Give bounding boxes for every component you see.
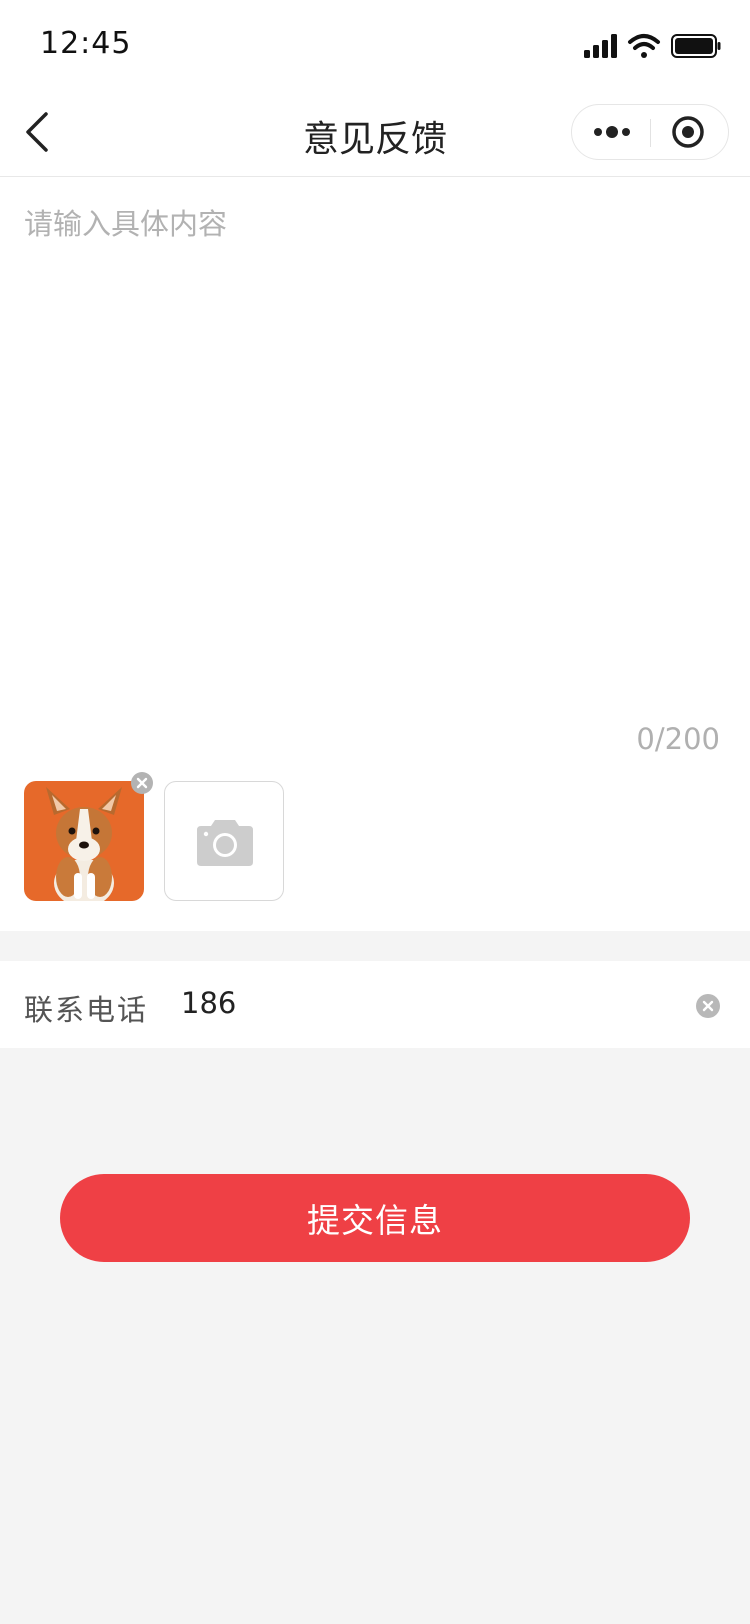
remove-photo-button[interactable]: [130, 771, 154, 795]
clear-phone-button[interactable]: [695, 993, 721, 1019]
feedback-textarea[interactable]: [24, 201, 724, 681]
camera-icon: [197, 820, 253, 866]
chevron-left-icon: [26, 112, 48, 152]
phone-input[interactable]: [181, 981, 661, 1025]
close-miniprogram-button[interactable]: [652, 105, 728, 159]
nav-bar: 意见反馈: [0, 88, 750, 177]
feedback-panel: 0/200: [0, 177, 750, 931]
phone-row: 联系电话: [0, 961, 750, 1048]
status-bar: 12:45: [0, 0, 750, 88]
char-count: 0/200: [636, 722, 720, 756]
status-time: 12:45: [40, 26, 132, 61]
target-circle-icon: [672, 116, 704, 148]
phone-label: 联系电话: [24, 993, 149, 1027]
uploaded-photo[interactable]: [24, 781, 144, 901]
battery-icon: [671, 34, 721, 58]
back-button[interactable]: [14, 106, 66, 158]
status-icons: [584, 34, 721, 58]
more-button[interactable]: [572, 105, 650, 159]
close-icon: [131, 772, 153, 794]
clear-circle-icon: [696, 994, 720, 1018]
submit-button[interactable]: 提交信息: [60, 1174, 690, 1262]
corgi-photo: [24, 781, 144, 901]
add-photo-button[interactable]: [164, 781, 284, 901]
signal-icon: [584, 34, 617, 58]
menu-capsule: [571, 104, 729, 160]
capsule-divider: [650, 119, 651, 147]
wifi-icon: [628, 34, 660, 58]
more-dots-icon: [594, 126, 630, 138]
